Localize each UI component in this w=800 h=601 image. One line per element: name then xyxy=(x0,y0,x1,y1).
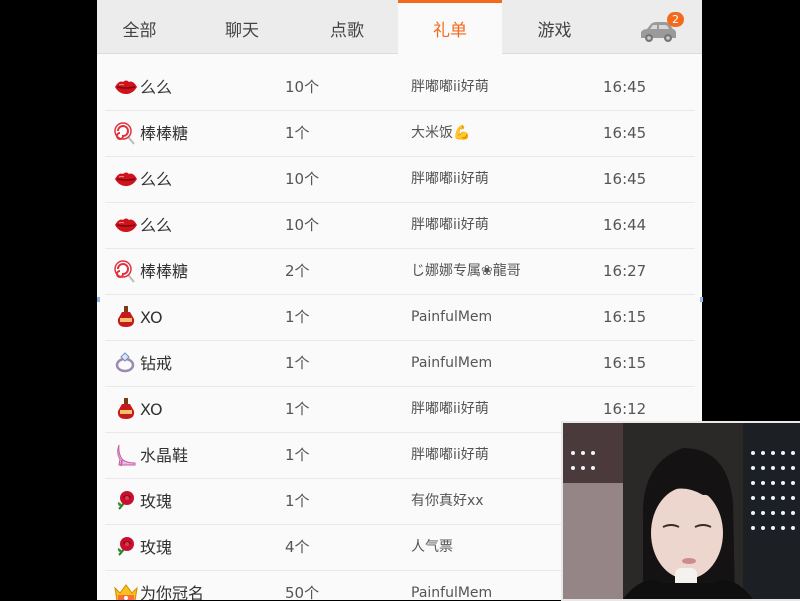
sender-name[interactable]: 人气票 xyxy=(411,525,453,570)
gift-name: 棒棒糖 xyxy=(140,124,189,143)
crystal-shoe-icon xyxy=(113,443,139,467)
gift-quantity: 1个 xyxy=(285,124,310,142)
webcam-video[interactable] xyxy=(561,421,800,601)
gift-name: 玫瑰 xyxy=(140,538,173,557)
gift-row: XO 1个 PainfulMem 16:15 xyxy=(105,295,695,341)
ring-icon xyxy=(113,351,139,375)
lips-icon xyxy=(113,167,139,191)
sender-name[interactable]: 有你真好xx xyxy=(411,479,484,524)
sender-name[interactable]: 胖嘟嘟ii好萌 xyxy=(411,387,489,432)
gift-time: 16:45 xyxy=(603,170,647,188)
gift-name: 水晶鞋 xyxy=(140,446,189,465)
sender-name[interactable]: PainfulMem xyxy=(411,341,492,386)
gift-quantity: 4个 xyxy=(285,538,310,556)
gift-row: 棒棒糖 2个 じ娜娜专属❀龍哥 16:27 xyxy=(105,249,695,295)
gift-row: 钻戒 1个 PainfulMem 16:15 xyxy=(105,341,695,387)
sender-name[interactable]: 胖嘟嘟ii好萌 xyxy=(411,65,489,110)
rose-icon xyxy=(113,489,139,513)
gift-name: 么么 xyxy=(140,216,173,235)
gift-quantity: 1个 xyxy=(285,308,310,326)
sender-name[interactable]: 胖嘟嘟ii好萌 xyxy=(411,433,489,478)
gift-quantity: 50个 xyxy=(285,584,320,600)
tab-games[interactable]: 游戏 xyxy=(512,0,597,53)
gift-time: 16:45 xyxy=(603,78,647,96)
car-count-badge: 2 xyxy=(667,12,684,27)
sender-name[interactable]: じ娜娜专属❀龍哥 xyxy=(411,249,521,294)
tab-song-request[interactable]: 点歌 xyxy=(302,0,392,53)
gift-row: 么么 10个 胖嘟嘟ii好萌 16:45 xyxy=(105,65,695,111)
crown-icon xyxy=(113,581,139,600)
gift-quantity: 1个 xyxy=(285,446,310,464)
xo-bottle-icon xyxy=(113,305,139,329)
tab-bar: 全部 聊天 点歌 礼单 游戏 2 xyxy=(97,0,702,54)
webcam-feed-image xyxy=(563,423,800,599)
gift-quantity: 10个 xyxy=(285,170,320,188)
tab-chat[interactable]: 聊天 xyxy=(197,0,287,53)
sender-name[interactable]: 大米饭💪 xyxy=(411,111,470,156)
lollipop-icon xyxy=(113,259,139,283)
gift-row: 棒棒糖 1个 大米饭💪 16:45 xyxy=(105,111,695,157)
lollipop-icon xyxy=(113,121,139,145)
gift-time: 16:15 xyxy=(603,354,647,372)
gift-name: 么么 xyxy=(140,170,173,189)
gift-name: XO xyxy=(140,400,163,419)
sender-name[interactable]: PainfulMem xyxy=(411,295,492,340)
gift-quantity: 1个 xyxy=(285,492,310,510)
gift-name: 钻戒 xyxy=(140,354,173,373)
resize-handle-right[interactable] xyxy=(700,297,703,302)
gift-time: 16:15 xyxy=(603,308,647,326)
gift-row: 么么 10个 胖嘟嘟ii好萌 16:45 xyxy=(105,157,695,203)
sender-name[interactable]: 胖嘟嘟ii好萌 xyxy=(411,203,489,248)
sender-name[interactable]: PainfulMem xyxy=(411,571,492,600)
gift-name: 为你冠名 xyxy=(140,584,205,600)
tab-gift-list[interactable]: 礼单 xyxy=(398,0,502,54)
sender-name[interactable]: 胖嘟嘟ii好萌 xyxy=(411,157,489,202)
gift-name: XO xyxy=(140,308,163,327)
gift-time: 16:44 xyxy=(603,216,647,234)
tab-all[interactable]: 全部 xyxy=(97,0,182,53)
rose-icon xyxy=(113,535,139,559)
resize-handle-left[interactable] xyxy=(97,297,100,302)
lips-icon xyxy=(113,213,139,237)
gift-name: 么么 xyxy=(140,78,173,97)
gift-quantity: 10个 xyxy=(285,78,320,96)
gift-time: 16:27 xyxy=(603,262,647,280)
gift-row: 么么 10个 胖嘟嘟ii好萌 16:44 xyxy=(105,203,695,249)
gift-name: 棒棒糖 xyxy=(140,262,189,281)
gift-name: 玫瑰 xyxy=(140,492,173,511)
lips-icon xyxy=(113,75,139,99)
gift-quantity: 10个 xyxy=(285,216,320,234)
gift-quantity: 1个 xyxy=(285,400,310,418)
car-button[interactable]: 2 xyxy=(637,12,685,48)
xo-bottle-icon xyxy=(113,397,139,421)
gift-quantity: 2个 xyxy=(285,262,310,280)
gift-quantity: 1个 xyxy=(285,354,310,372)
gift-time: 16:45 xyxy=(603,124,647,142)
